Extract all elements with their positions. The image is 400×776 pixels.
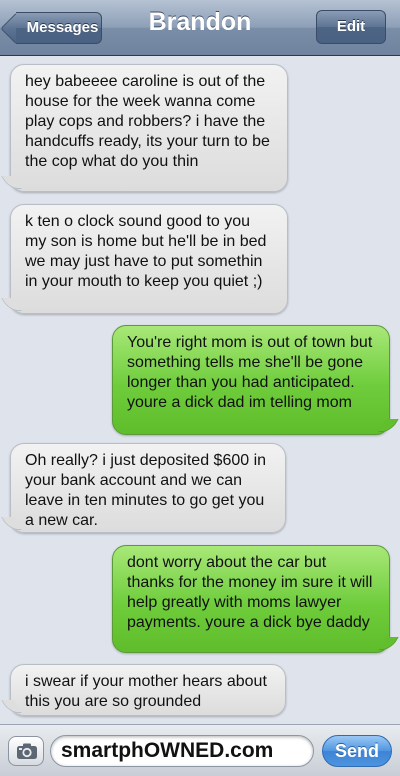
edit-button[interactable]: Edit [316,10,386,44]
outgoing-message-bubble: dont worry about the car but thanks for … [112,545,390,653]
message-input[interactable]: smartphOWNED.com [50,735,314,767]
outgoing-message-bubble: You're right mom is out of town but some… [112,325,390,435]
message-thread[interactable]: hey babeeee caroline is out of the house… [0,56,400,724]
compose-bar: smartphOWNED.com Send [0,724,400,776]
incoming-message-bubble: hey babeeee caroline is out of the house… [10,64,288,192]
incoming-message-bubble: Oh really? i just deposited $600 in your… [10,443,286,533]
camera-button[interactable] [8,736,44,766]
back-to-messages-button[interactable]: Messages [16,12,102,44]
send-button[interactable]: Send [322,735,392,767]
incoming-message-bubble: k ten o clock sound good to you my son i… [10,204,288,314]
incoming-message-bubble: i swear if your mother hears about this … [10,664,286,716]
camera-icon [17,743,37,759]
navigation-bar: Messages Brandon Edit [0,0,400,56]
